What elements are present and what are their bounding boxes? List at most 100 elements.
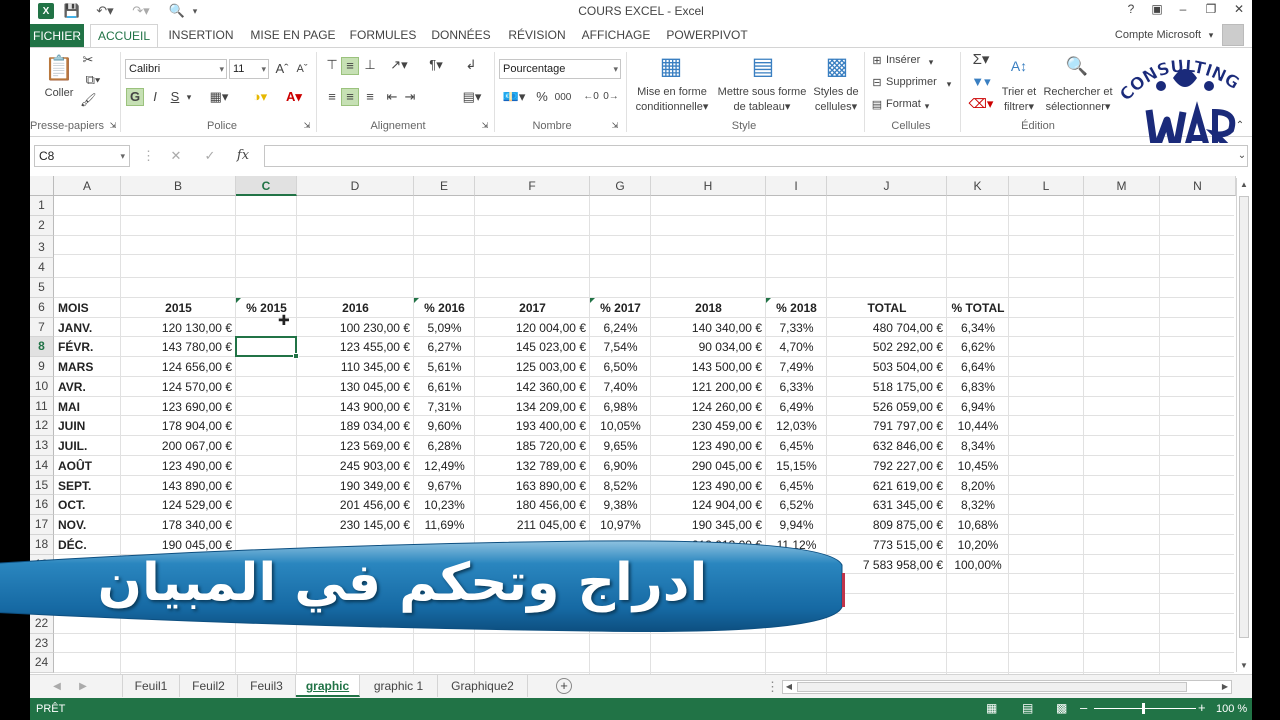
cell[interactable]: 12,03%: [770, 419, 823, 436]
row-header[interactable]: 11: [30, 396, 54, 417]
cell[interactable]: 792 227,00 €: [831, 459, 943, 476]
cell[interactable]: 140 340,00 €: [655, 321, 762, 338]
cell[interactable]: % TOTAL: [951, 301, 1005, 318]
find-select-button[interactable]: Rechercher et sélectionner▾: [1038, 85, 1118, 115]
cell[interactable]: 100,00%: [951, 558, 1005, 575]
cell[interactable]: 10,68%: [951, 518, 1005, 535]
sheet-tab[interactable]: Feuil1: [122, 675, 180, 697]
scroll-thumb[interactable]: [1239, 196, 1249, 638]
restore-button[interactable]: ❐: [1200, 2, 1222, 20]
cell[interactable]: 10,20%: [951, 538, 1005, 555]
cell[interactable]: 201 456,00 €: [301, 498, 410, 515]
sheet-tab[interactable]: Feuil3: [238, 675, 296, 697]
accounting-format-icon[interactable]: 💶▾: [500, 89, 528, 105]
zoom-slider[interactable]: [1094, 708, 1196, 709]
cell[interactable]: 6,52%: [770, 498, 823, 515]
cell[interactable]: 123 490,00 €: [655, 479, 762, 496]
wrap-text-icon[interactable]: ¶▾: [422, 57, 450, 73]
expand-formula-icon[interactable]: ⌄: [1235, 148, 1249, 164]
cell[interactable]: 502 292,00 €: [831, 340, 943, 357]
row-header[interactable]: 4: [30, 258, 54, 278]
fill-icon[interactable]: ▼▾: [968, 74, 994, 90]
cell[interactable]: 6,45%: [770, 439, 823, 456]
row-header[interactable]: 13: [30, 436, 54, 456]
percent-style-button[interactable]: %: [534, 89, 550, 105]
account-chevron-icon[interactable]: ▾: [1206, 26, 1216, 48]
cell[interactable]: 6,33%: [770, 380, 823, 397]
tab-formulas[interactable]: FORMULES: [348, 26, 418, 48]
cell[interactable]: 4,70%: [770, 340, 823, 357]
cell[interactable]: 5,09%: [418, 321, 471, 338]
sheet-tab[interactable]: graphic 1: [360, 675, 438, 697]
select-all-corner[interactable]: [30, 176, 54, 196]
cell[interactable]: 190 349,00 €: [301, 479, 410, 496]
insert-function-button[interactable]: fx: [234, 148, 252, 164]
cell[interactable]: 7,40%: [594, 380, 647, 397]
cell[interactable]: 6,28%: [418, 439, 471, 456]
cell[interactable]: 178 904,00 €: [125, 419, 232, 436]
row-header[interactable]: 7: [30, 317, 54, 338]
cell[interactable]: 10,44%: [951, 419, 1005, 436]
cell[interactable]: 2017: [479, 301, 586, 318]
cell[interactable]: 120 004,00 €: [479, 321, 586, 338]
cell[interactable]: 121 200,00 €: [655, 380, 762, 397]
tab-file[interactable]: FICHIER: [30, 24, 84, 48]
page-break-view-icon[interactable]: ▩: [1056, 701, 1067, 715]
cell[interactable]: 7,49%: [770, 360, 823, 377]
row-header[interactable]: 12: [30, 416, 54, 436]
align-middle-icon[interactable]: ≡: [341, 57, 359, 75]
sheet-tab-active[interactable]: graphic: [296, 675, 360, 697]
cell[interactable]: 134 209,00 €: [479, 400, 586, 417]
scroll-up-icon[interactable]: ▲: [1237, 180, 1251, 189]
cell[interactable]: SEPT.: [58, 479, 117, 496]
cell[interactable]: 9,60%: [418, 419, 471, 436]
cell[interactable]: 791 797,00 €: [831, 419, 943, 436]
row-header[interactable]: 24: [30, 653, 54, 673]
minimize-button[interactable]: –: [1172, 2, 1194, 20]
cell[interactable]: 190 345,00 €: [655, 518, 762, 535]
ribbon-display-icon[interactable]: ▣: [1146, 2, 1168, 20]
sheet-tab[interactable]: Feuil2: [180, 675, 238, 697]
align-right-icon[interactable]: ≡: [362, 89, 378, 105]
paste-icon[interactable]: 📋: [44, 54, 74, 84]
column-header[interactable]: B: [121, 176, 236, 196]
sheet-tab[interactable]: Graphique2: [438, 675, 528, 697]
underline-dropdown-icon[interactable]: ▾: [184, 89, 194, 105]
cell-styles-icon[interactable]: ▩: [822, 52, 852, 82]
paste-button[interactable]: Coller: [40, 86, 78, 101]
row-header[interactable]: 2: [30, 215, 54, 236]
autosum-icon[interactable]: Σ▾: [968, 52, 994, 68]
dialog-launcher-icon[interactable]: ⇲: [302, 118, 312, 134]
decrease-decimal-icon[interactable]: 0→: [602, 89, 620, 105]
underline-button[interactable]: S: [168, 89, 182, 105]
page-layout-view-icon[interactable]: ▤: [1022, 701, 1033, 715]
column-header[interactable]: E: [414, 176, 475, 196]
cell[interactable]: 6,62%: [951, 340, 1005, 357]
cell[interactable]: 230 145,00 €: [301, 518, 410, 535]
cell[interactable]: 10,05%: [594, 419, 647, 436]
decrease-indent-icon[interactable]: ⇤: [384, 89, 400, 105]
prev-sheet-icon[interactable]: ◀: [50, 679, 64, 695]
help-button[interactable]: ?: [1120, 2, 1142, 20]
cell[interactable]: 180 456,00 €: [479, 498, 586, 515]
cell[interactable]: 10,97%: [594, 518, 647, 535]
cell[interactable]: 8,20%: [951, 479, 1005, 496]
dialog-launcher-icon[interactable]: ⇲: [108, 118, 118, 134]
row-header[interactable]: 17: [30, 515, 54, 535]
cell[interactable]: 6,83%: [951, 380, 1005, 397]
column-header[interactable]: C: [236, 176, 297, 196]
cell[interactable]: TOTAL: [831, 301, 943, 318]
font-name-select[interactable]: Calibri ▾: [125, 59, 227, 79]
cell[interactable]: 12,49%: [418, 459, 471, 476]
cell[interactable]: 2018: [655, 301, 762, 318]
row-header[interactable]: 16: [30, 495, 54, 515]
row-header[interactable]: 9: [30, 357, 54, 377]
row-header[interactable]: 8: [30, 337, 54, 357]
scroll-left-icon[interactable]: ◀: [783, 681, 795, 693]
sort-filter-icon[interactable]: A↕: [1006, 52, 1032, 80]
cell[interactable]: 9,94%: [770, 518, 823, 535]
cell[interactable]: 6,64%: [951, 360, 1005, 377]
cell[interactable]: 143 780,00 €: [125, 340, 232, 357]
tab-insert[interactable]: INSERTION: [166, 26, 236, 48]
shrink-font-icon[interactable]: Aˇ: [294, 61, 310, 77]
